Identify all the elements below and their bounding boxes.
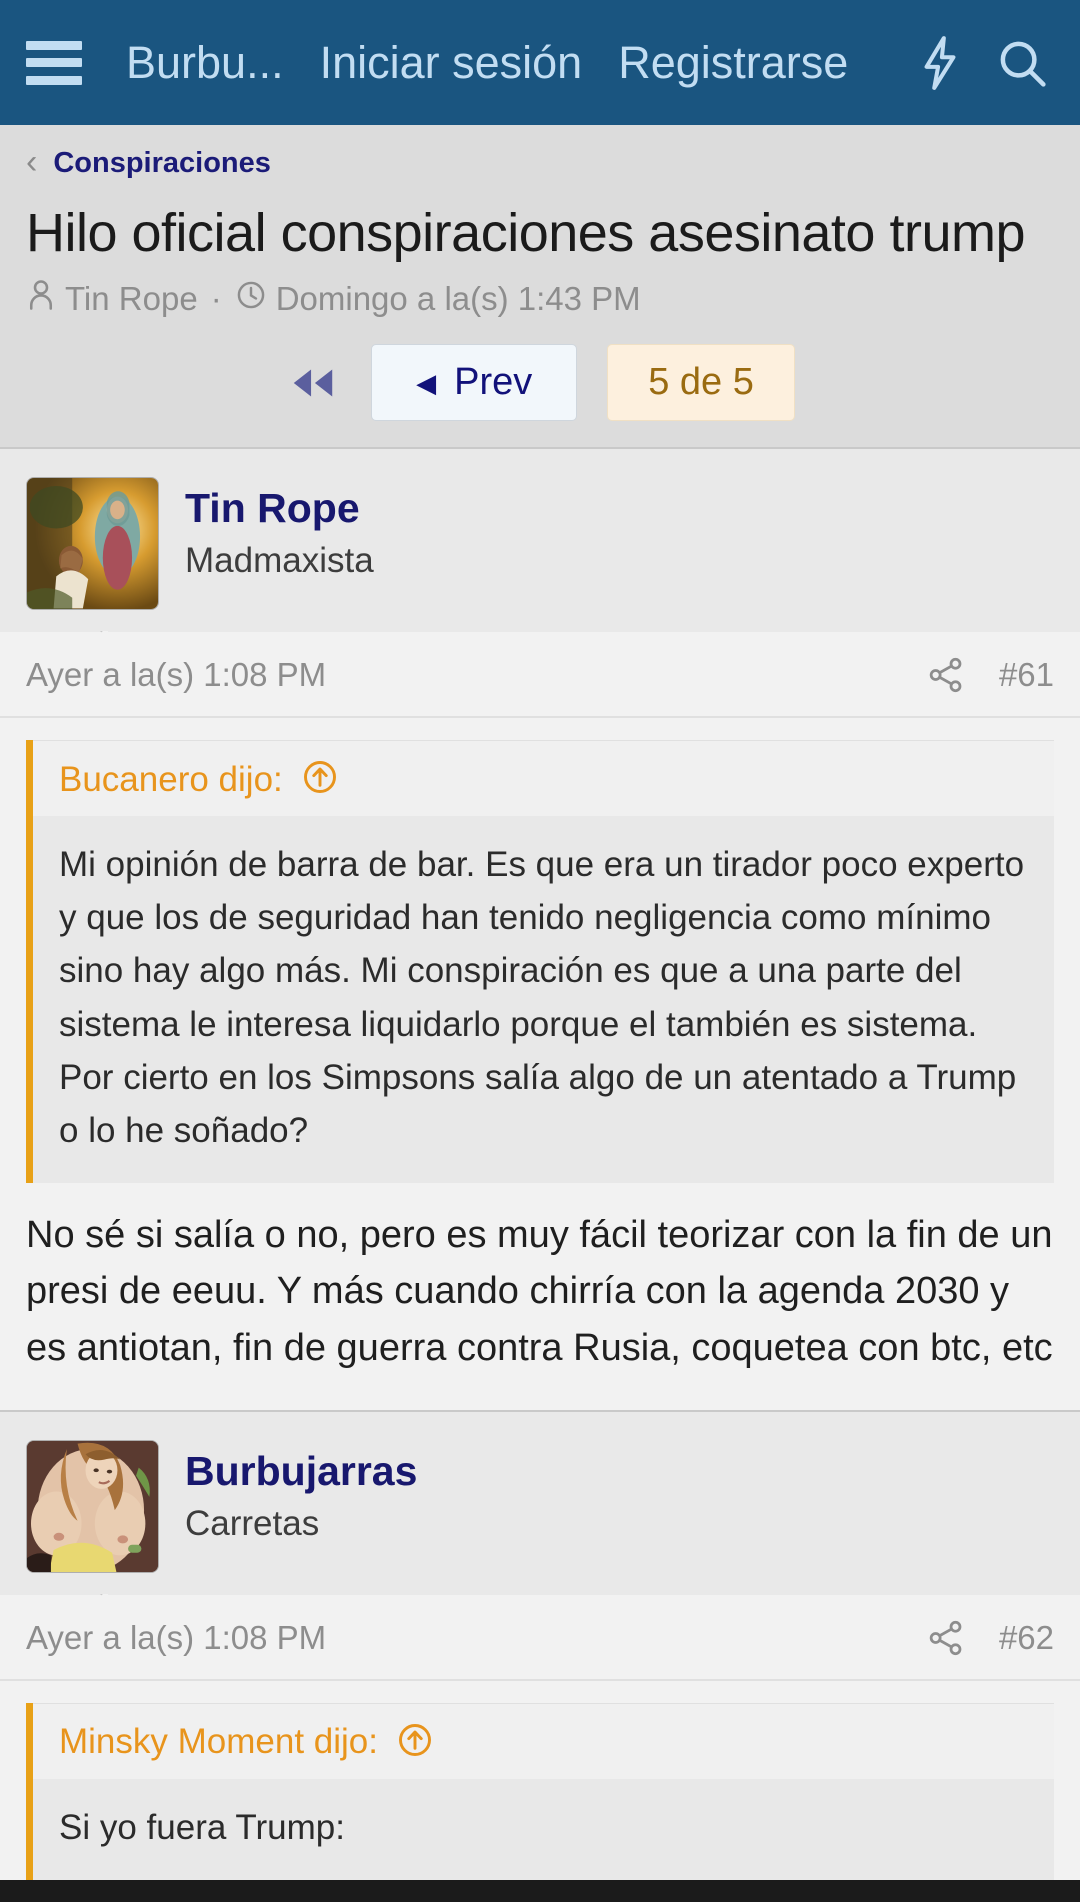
register-link[interactable]: Registrarse <box>618 37 848 89</box>
share-icon[interactable] <box>927 1619 965 1657</box>
speech-notch <box>72 1594 108 1612</box>
quote-text: Si yo fuera Trump: <box>33 1778 1054 1881</box>
thread-author-name[interactable]: Tin Rope <box>65 280 198 318</box>
prev-page-label: Prev <box>454 361 533 403</box>
app-header-bar: Burbu... Iniciar sesión Registrarse <box>0 0 1080 125</box>
chevron-left-icon[interactable]: ‹ <box>26 145 37 179</box>
lightning-bolt-icon[interactable] <box>908 31 972 95</box>
share-icon[interactable] <box>927 656 965 694</box>
quote-author-label[interactable]: Minsky Moment dijo: <box>59 1722 378 1762</box>
post-message-text: No sé si salía o no, pero es muy fácil t… <box>26 1214 1053 1369</box>
author-info: Burbujarras Carretas <box>185 1440 417 1544</box>
post-item: Burbujarras Carretas Ayer a la(s) 1:08 P… <box>0 1409 1080 1881</box>
quote-block: Bucanero dijo: Mi opinión de barra de ba… <box>26 740 1054 1184</box>
author-info: Tin Rope Madmaxista <box>185 477 374 581</box>
post-author-header: Tin Rope Madmaxista <box>0 449 1080 632</box>
post-body: Ayer a la(s) 1:08 PM #61 Bucanero dijo: <box>0 632 1080 1410</box>
login-link[interactable]: Iniciar sesión <box>320 37 583 89</box>
post-meta-row: Ayer a la(s) 1:08 PM #62 <box>0 1595 1080 1681</box>
post-author-title: Madmaxista <box>185 541 374 581</box>
post-item: Tin Rope Madmaxista Ayer a la(s) 1:08 PM… <box>0 447 1080 1410</box>
hamburger-menu-icon[interactable] <box>26 40 82 85</box>
user-icon <box>26 278 56 320</box>
post-author-name[interactable]: Burbujarras <box>185 1448 417 1495</box>
post-number[interactable]: #61 <box>999 656 1054 694</box>
thread-header: ‹ Conspiraciones Hilo oficial conspiraci… <box>0 125 1080 320</box>
page-title: Hilo oficial conspiraciones asesinato tr… <box>26 203 1026 263</box>
quote-header: Bucanero dijo: <box>33 740 1054 816</box>
meta-separator: · <box>210 280 222 317</box>
post-body: Ayer a la(s) 1:08 PM #62 Minsky Moment d… <box>0 1594 1080 1881</box>
breadcrumb: ‹ Conspiraciones <box>26 145 1054 180</box>
post-author-title: Carretas <box>185 1503 320 1543</box>
system-navigation-bar <box>0 1880 1080 1902</box>
avatar-burbujarras[interactable] <box>26 1439 159 1573</box>
pagination-bar: ◀ Prev 5 de 5 <box>0 320 1080 447</box>
arrow-up-circle-icon[interactable] <box>396 1721 434 1764</box>
post-date[interactable]: Ayer a la(s) 1:08 PM <box>26 1619 326 1657</box>
speech-notch <box>72 631 108 649</box>
current-page-indicator[interactable]: 5 de 5 <box>607 344 795 421</box>
prev-page-button[interactable]: ◀ Prev <box>371 344 578 421</box>
avatar-tin-rope[interactable] <box>26 477 159 610</box>
quote-author-label[interactable]: Bucanero dijo: <box>59 760 283 800</box>
post-author-header: Burbujarras Carretas <box>0 1411 1080 1595</box>
breadcrumb-link-forum[interactable]: Conspiraciones <box>53 147 271 180</box>
post-author-name[interactable]: Tin Rope <box>185 485 374 532</box>
thread-meta: Tin Rope · Domingo a la(s) 1:43 PM <box>26 278 1054 320</box>
double-left-arrow-icon[interactable] <box>285 361 341 405</box>
arrow-up-circle-icon[interactable] <box>301 758 339 801</box>
post-meta-row: Ayer a la(s) 1:08 PM #61 <box>0 632 1080 718</box>
post-number[interactable]: #62 <box>999 1619 1054 1657</box>
clock-icon <box>235 279 267 319</box>
quote-block: Minsky Moment dijo: Si yo fuera Trump: <box>26 1702 1054 1881</box>
thread-date: Domingo a la(s) 1:43 PM <box>275 280 641 317</box>
caret-left-icon: ◀ <box>416 367 437 398</box>
quote-header: Minsky Moment dijo: <box>33 1702 1054 1779</box>
site-title[interactable]: Burbu... <box>126 37 284 89</box>
post-date[interactable]: Ayer a la(s) 1:08 PM <box>26 656 326 694</box>
search-icon[interactable] <box>990 31 1054 95</box>
quote-text: Mi opinión de barra de bar. Es que era u… <box>33 816 1054 1184</box>
